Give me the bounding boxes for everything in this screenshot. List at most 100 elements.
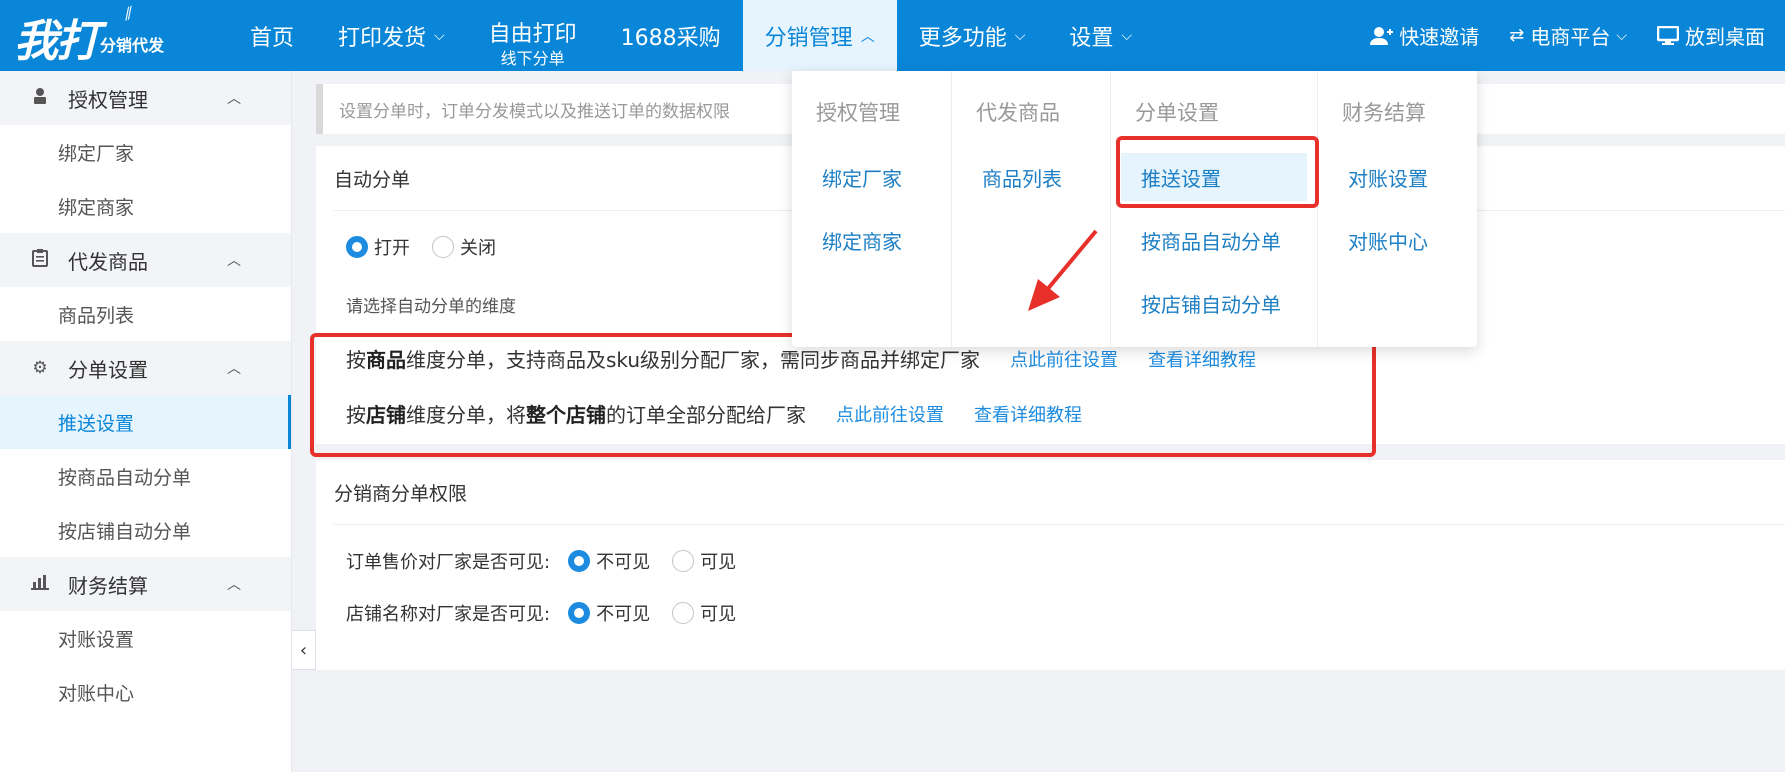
sidebar-collapse-button[interactable]: ‹ [292, 630, 316, 670]
dropdown-item-auto-split-by-store[interactable]: 按店铺自动分单 [1121, 279, 1307, 327]
dropdown-item-product-list[interactable]: 商品列表 [962, 153, 1100, 201]
radio-unchecked [672, 602, 695, 624]
sidebar-item-reconciliation-center[interactable]: 对账中心 [0, 665, 291, 719]
nav-more-features[interactable]: 更多功能 ⌵ [897, 0, 1048, 71]
dropdown-item-reconciliation-center[interactable]: 对账中心 [1328, 216, 1467, 264]
red-arrow-annotation [1028, 229, 1098, 311]
user-lock-icon [30, 87, 50, 110]
sidebar-group-dropship-products[interactable]: 代发商品 ︿ [0, 233, 291, 287]
dropdown-column-head: 分单设置 [1135, 101, 1219, 125]
dropdown-item-auto-split-by-product[interactable]: 按商品自动分单 [1121, 216, 1307, 264]
ecommerce-platform-label: 电商平台 [1530, 25, 1611, 49]
radio-checked [568, 550, 591, 572]
add-to-desktop-label: 放到桌面 [1685, 25, 1765, 49]
distributor-permissions-panel: 分销商分单权限 订单售价对厂家是否可见: 不可见 可见 店铺名称对厂家是否可见:… [316, 460, 1785, 670]
highlight-box-split-dimensions [310, 333, 1376, 457]
store-name-visibility-row: 店铺名称对厂家是否可见: 不可见 可见 [346, 600, 758, 626]
sidebar-group-label: 授权管理 [68, 87, 148, 112]
dropdown-column-head: 财务结算 [1342, 101, 1426, 125]
nav-right-actions: 快速邀请 ⇄ 电商平台 ⌵ 放到桌面 [1369, 0, 1765, 71]
chevron-down-icon: ⌵ [1014, 27, 1026, 44]
nav-free-print[interactable]: 自由打印 线下分单 [467, 0, 599, 71]
dropdown-item-bind-manufacturer[interactable]: 绑定厂家 [802, 153, 941, 201]
auto-split-toggle: 打开 关闭 [346, 234, 518, 260]
dropdown-column-finance: 财务结算 对账设置 对账中心 [1318, 71, 1477, 347]
sidebar-item-bind-merchant[interactable]: 绑定商家 [0, 179, 291, 233]
store-name-visibility-label: 店铺名称对厂家是否可见: [346, 604, 551, 625]
nav-settings[interactable]: 设置 ⌵ [1047, 0, 1154, 71]
sidebar-item-product-list[interactable]: 商品列表 [0, 287, 291, 341]
sidebar-item-push-settings[interactable]: 推送设置 [0, 395, 291, 449]
permissions-title: 分销商分单权限 [334, 482, 468, 505]
sidebar-group-authorization[interactable]: 授权管理 ︿ [0, 71, 291, 125]
add-to-desktop-button[interactable]: 放到桌面 [1657, 21, 1765, 50]
gear-icon: ⚙ [32, 358, 48, 378]
dropdown-column-head: 代发商品 [976, 101, 1060, 125]
dropdown-item-bind-merchant[interactable]: 绑定商家 [802, 216, 941, 264]
ecommerce-platform-dropdown[interactable]: ⇄ 电商平台 ⌵ [1509, 21, 1627, 50]
logo-main-text: 我打 [14, 16, 100, 67]
radio-checked [346, 236, 368, 258]
top-nav-bar: 我打 分销代发 ⁄⁄ 首页 打印发货 ⌵ 自由打印 线下分单 1688采购 分销管… [0, 0, 1785, 71]
nav-label: 更多功能 [918, 25, 1007, 51]
nav-print-ship[interactable]: 打印发货 ⌵ [316, 0, 467, 71]
nav-home[interactable]: 首页 [228, 0, 316, 71]
radio-label: 可见 [700, 552, 737, 573]
radio-label: 可见 [700, 604, 737, 625]
price-visible-radio[interactable]: 可见 [672, 548, 736, 574]
dimension-label: 请选择自动分单的维度 [346, 297, 516, 317]
dropdown-column-head: 授权管理 [816, 101, 900, 125]
nav-sub-label: 线下分单 [500, 49, 565, 68]
price-invisible-radio[interactable]: 不可见 [568, 548, 650, 574]
logo-spark-icon: ⁄⁄ [122, 3, 135, 24]
chevron-up-icon: ︿ [860, 28, 875, 45]
nav-label: 打印发货 [338, 25, 427, 51]
chevron-down-icon: ⌵ [1616, 27, 1627, 44]
distribution-management-dropdown: 授权管理 绑定厂家 绑定商家 代发商品 商品列表 分单设置 推送设置 按商品自动… [792, 71, 1477, 347]
nav-label: 首页 [250, 25, 295, 51]
chevron-up-icon: ︿ [227, 91, 241, 107]
radio-label: 关闭 [460, 238, 496, 259]
sidebar: 授权管理 ︿ 绑定厂家 绑定商家 代发商品 ︿ 商品列表 ⚙ 分单设置 ︿ 推送… [0, 71, 292, 772]
main-nav: 首页 打印发货 ⌵ 自由打印 线下分单 1688采购 分销管理 ︿ 更多功能 ⌵ 设置… [228, 0, 1154, 71]
sidebar-item-auto-split-by-product[interactable]: 按商品自动分单 [0, 449, 291, 503]
radio-label: 不可见 [596, 552, 651, 573]
store-name-invisible-radio[interactable]: 不可见 [568, 600, 650, 626]
radio-checked [568, 602, 591, 624]
auto-split-close-radio[interactable]: 关闭 [432, 234, 496, 260]
nav-label: 1688采购 [620, 25, 721, 51]
chevron-up-icon: ︿ [227, 361, 241, 377]
dropdown-item-reconciliation-settings[interactable]: 对账设置 [1328, 153, 1467, 201]
sidebar-item-reconciliation-settings[interactable]: 对账设置 [0, 611, 291, 665]
dropdown-column-split-settings: 分单设置 推送设置 按商品自动分单 按店铺自动分单 [1111, 71, 1318, 347]
chevron-down-icon: ⌵ [1121, 27, 1132, 44]
bar-chart-icon [30, 574, 50, 595]
chevron-up-icon: ︿ [227, 577, 241, 593]
sidebar-group-finance[interactable]: 财务结算 ︿ [0, 557, 291, 611]
monitor-icon [1657, 25, 1679, 45]
quick-invite-button[interactable]: 快速邀请 [1369, 21, 1479, 50]
radio-unchecked [672, 550, 695, 572]
app-logo[interactable]: 我打 分销代发 ⁄⁄ [14, 3, 165, 67]
logo-sub-text: 分销代发 [100, 36, 165, 55]
auto-split-open-radio[interactable]: 打开 [346, 234, 410, 260]
quick-invite-label: 快速邀请 [1399, 25, 1480, 49]
highlight-box-push-settings [1116, 136, 1319, 208]
chevron-left-icon: ‹ [299, 639, 308, 661]
store-name-visible-radio[interactable]: 可见 [672, 600, 736, 626]
sidebar-item-auto-split-by-store[interactable]: 按店铺自动分单 [0, 503, 291, 557]
sidebar-group-label: 财务结算 [68, 573, 148, 598]
sidebar-group-label: 分单设置 [68, 357, 148, 382]
nav-label: 分销管理 [764, 25, 853, 51]
price-visibility-row: 订单售价对厂家是否可见: 不可见 可见 [346, 548, 758, 574]
radio-unchecked [432, 236, 454, 258]
nav-distribution-management[interactable]: 分销管理 ︿ [742, 0, 897, 71]
divider [334, 524, 1785, 525]
radio-label: 不可见 [596, 604, 651, 625]
sidebar-group-split-settings[interactable]: ⚙ 分单设置 ︿ [0, 341, 291, 395]
sidebar-item-bind-manufacturer[interactable]: 绑定厂家 [0, 125, 291, 179]
radio-label: 打开 [374, 238, 410, 259]
dropdown-column-authorization: 授权管理 绑定厂家 绑定商家 [792, 71, 952, 347]
nav-label: 设置 [1069, 25, 1114, 51]
nav-1688-purchase[interactable]: 1688采购 [599, 0, 743, 71]
